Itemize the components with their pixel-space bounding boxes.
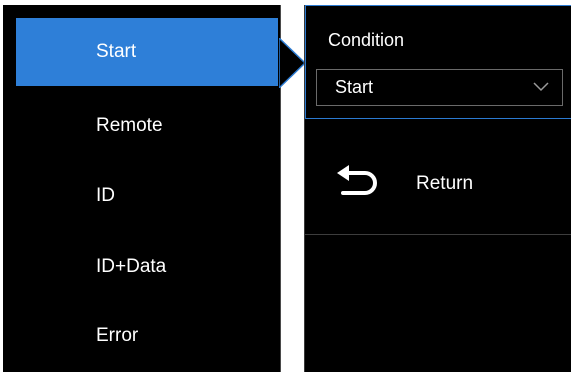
chevron-down-icon [533, 82, 549, 92]
option-error[interactable]: Error [16, 302, 278, 370]
option-remote[interactable]: Remote [16, 92, 278, 160]
side-menu: Condition Start Return [304, 5, 571, 372]
option-label: Error [96, 325, 139, 346]
return-button[interactable]: Return [305, 121, 571, 235]
option-id[interactable]: ID [16, 162, 278, 230]
option-label: Start [96, 41, 137, 62]
return-label: Return [416, 173, 474, 194]
option-label: ID [96, 185, 115, 206]
return-arrow-icon [337, 165, 377, 195]
screen: Start Remote ID ID+Data Error Condition … [0, 0, 571, 372]
option-start[interactable]: Start [16, 18, 278, 86]
option-id-data[interactable]: ID+Data [16, 233, 278, 301]
option-label: Remote [96, 115, 163, 136]
condition-menu-item[interactable]: Condition Start [305, 5, 571, 119]
condition-select[interactable]: Start [316, 69, 563, 106]
condition-dropdown-list: Start Remote ID ID+Data Error [3, 5, 281, 372]
condition-label: Condition [328, 30, 405, 50]
condition-value: Start [335, 77, 374, 97]
option-label: ID+Data [96, 256, 167, 277]
